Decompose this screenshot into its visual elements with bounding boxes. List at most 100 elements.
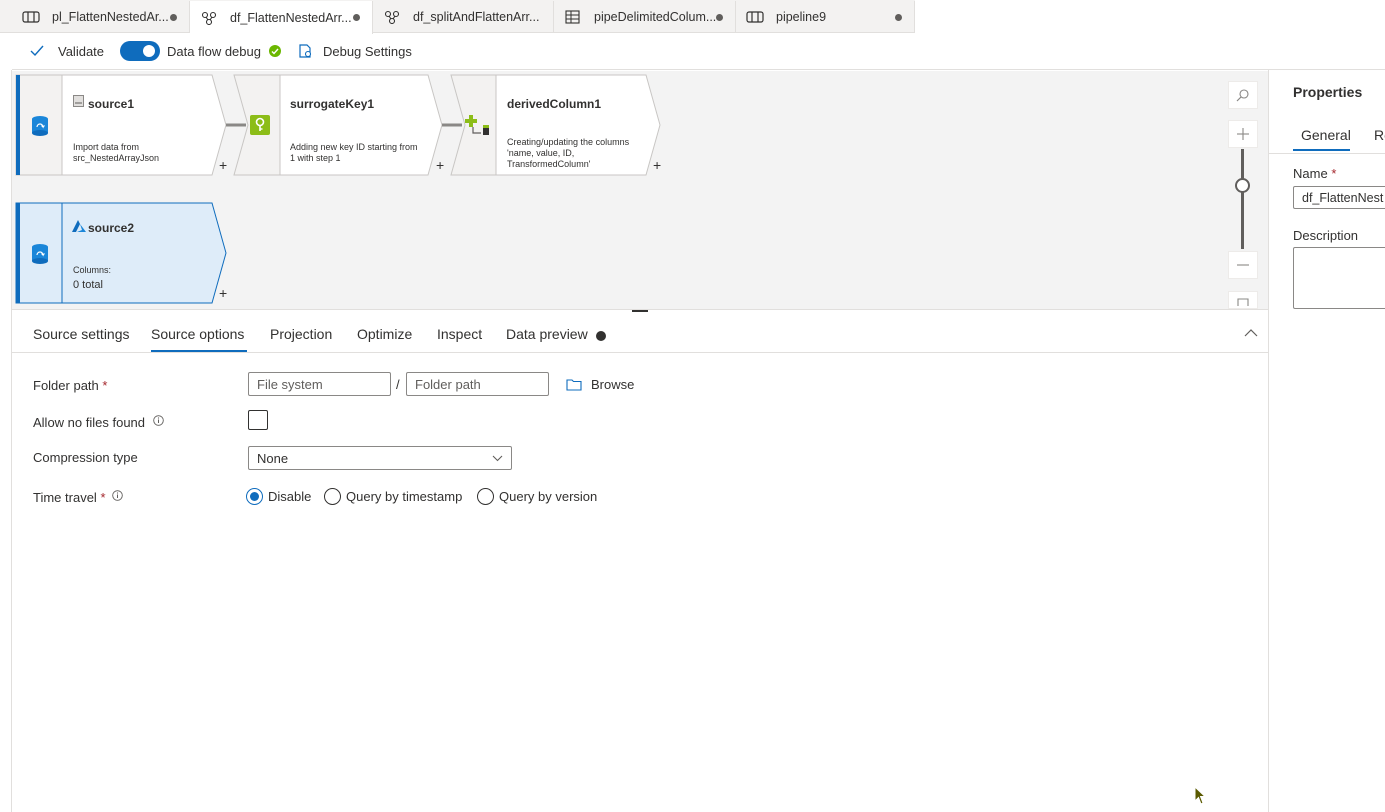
zoom-in-button[interactable] — [1228, 120, 1258, 148]
source-node-icon — [32, 244, 48, 264]
browse-label: Browse — [591, 377, 635, 392]
tab-data-preview[interactable]: Data preview — [506, 326, 588, 342]
validate-button[interactable]: Validate — [30, 44, 104, 59]
node-derivedcolumn1[interactable]: derivedColumn1 Creating/updating the col… — [451, 75, 665, 175]
tab-pipeline9[interactable]: pipeline9 — [736, 1, 915, 33]
chevron-down-icon — [492, 455, 503, 461]
node-title: derivedColumn1 — [507, 97, 602, 111]
time-travel-label: Time travel * — [33, 490, 123, 505]
info-icon[interactable] — [152, 415, 164, 426]
dataflow-canvas[interactable]: source1 Import data from src_NestedArray… — [12, 71, 1268, 309]
tab-source-options[interactable]: Source options — [151, 326, 244, 342]
properties-title: Properties — [1293, 84, 1363, 100]
node-surrogatekey1[interactable]: surrogateKey1 Adding new key ID starting… — [234, 75, 446, 175]
app-window: pl_FlattenNestedAr... df_FlattenNestedAr… — [0, 0, 1385, 812]
unsaved-dot-icon — [353, 14, 360, 21]
compression-type-dropdown[interactable]: None — [248, 446, 512, 470]
tab-label: df_splitAndFlattenArr... — [413, 10, 540, 24]
debug-settings-label: Debug Settings — [322, 43, 412, 59]
node-columns-total: 0 total — [73, 279, 103, 291]
name-input[interactable]: df_FlattenNest — [1293, 186, 1385, 209]
tab-source-settings[interactable]: Source settings — [33, 326, 130, 342]
zoom-slider-track[interactable] — [1241, 149, 1244, 249]
active-tab-indicator — [151, 350, 247, 352]
node-columns-label: Columns: — [73, 265, 112, 275]
fit-to-screen-button[interactable] — [1228, 291, 1258, 309]
tab-label: pipeDelimitedColum... — [594, 10, 717, 24]
tab-label: pl_FlattenNestedAr... — [52, 10, 169, 24]
description-label: Description — [1293, 228, 1359, 243]
radio-unselected-icon — [324, 488, 341, 505]
browse-button[interactable]: Browse — [566, 377, 634, 392]
required-mark: * — [1331, 166, 1337, 181]
allow-no-files-checkbox[interactable] — [248, 410, 268, 430]
splitter-grip-icon[interactable] — [632, 310, 648, 312]
tab-pipe-delimited[interactable]: pipeDelimitedColum... — [554, 1, 736, 33]
time-travel-disable-radio[interactable]: Disable — [246, 488, 311, 505]
name-label-text: Name — [1293, 166, 1328, 181]
tab-optimize[interactable]: Optimize — [357, 326, 412, 342]
dataflow-icon — [384, 10, 400, 24]
tab-projection[interactable]: Projection — [270, 326, 332, 342]
radio-label: Query by version — [499, 489, 598, 504]
debug-label: Data flow debug — [167, 43, 261, 59]
unsaved-dot-icon — [170, 14, 177, 21]
tab-df-flatten[interactable]: df_FlattenNestedArr... — [190, 1, 373, 34]
properties-tab-divider — [1269, 153, 1385, 154]
radio-selected-icon — [246, 488, 263, 505]
tab-df-split-flatten[interactable]: df_splitAndFlattenArr... — [373, 1, 554, 33]
compression-type-value: None — [257, 450, 289, 466]
tab-inspect[interactable]: Inspect — [437, 326, 482, 342]
general-tab-indicator — [1293, 149, 1350, 151]
folder-icon — [566, 379, 582, 391]
radio-label: Query by timestamp — [346, 489, 463, 504]
node-title: surrogateKey1 — [290, 97, 375, 111]
add-transform-button[interactable]: + — [653, 157, 661, 173]
json-file-icon — [73, 95, 84, 107]
data-preview-status-icon — [596, 331, 606, 341]
add-transform-button[interactable]: + — [219, 157, 227, 173]
debug-toggle-switch[interactable] — [120, 41, 161, 61]
zoom-out-button[interactable] — [1228, 251, 1258, 279]
tab-related[interactable]: Re — [1374, 127, 1385, 143]
debug-settings-icon — [299, 44, 312, 58]
debug-settings-button[interactable]: Debug Settings — [297, 43, 412, 59]
data-flow-debug-toggle[interactable]: Data flow debug — [120, 41, 281, 61]
required-mark: * — [100, 490, 106, 505]
folder-path-label-text: Folder path — [33, 378, 99, 393]
toolbar: Validate Data flow debug Debug Settings — [12, 33, 1385, 70]
node-source2[interactable]: source2 Columns: 0 total — [16, 203, 230, 303]
source-node-icon — [32, 116, 48, 136]
search-canvas-button[interactable] — [1228, 81, 1258, 109]
name-label: Name * — [1293, 166, 1336, 181]
info-icon[interactable] — [112, 490, 123, 501]
zoom-slider-thumb[interactable] — [1235, 178, 1250, 193]
tab-label: df_FlattenNestedArr... — [230, 10, 352, 25]
time-travel-timestamp-radio[interactable]: Query by timestamp — [324, 488, 462, 505]
folder-path-input[interactable] — [406, 372, 549, 396]
allow-no-files-label: Allow no files found — [33, 415, 164, 430]
validate-label: Validate — [58, 43, 105, 59]
path-separator: / — [396, 377, 400, 392]
dataflow-icon — [201, 11, 217, 25]
key-icon — [250, 115, 270, 135]
file-system-input[interactable] — [248, 372, 391, 396]
azure-icon — [72, 220, 86, 232]
tab-pl-flatten[interactable]: pl_FlattenNestedAr... — [0, 1, 190, 33]
checkmark-icon — [30, 45, 44, 57]
add-transform-button[interactable]: + — [219, 285, 227, 301]
radio-label: Disable — [268, 489, 312, 504]
node-source1[interactable]: source1 Import data from src_NestedArray… — [16, 75, 230, 175]
name-value: df_FlattenNest — [1302, 191, 1384, 205]
compression-type-label: Compression type — [33, 450, 138, 465]
pipeline-icon — [746, 11, 764, 23]
fit-screen-icon — [1237, 298, 1249, 306]
tab-strip: pl_FlattenNestedAr... df_FlattenNestedAr… — [0, 0, 1385, 34]
add-transform-button[interactable]: + — [436, 157, 444, 173]
time-travel-version-radio[interactable]: Query by version — [477, 488, 597, 505]
description-textarea[interactable] — [1293, 247, 1385, 309]
unsaved-dot-icon — [895, 14, 902, 21]
table-icon — [565, 10, 580, 24]
collapse-panel-icon[interactable] — [1244, 328, 1258, 337]
tab-general[interactable]: General — [1301, 127, 1351, 143]
